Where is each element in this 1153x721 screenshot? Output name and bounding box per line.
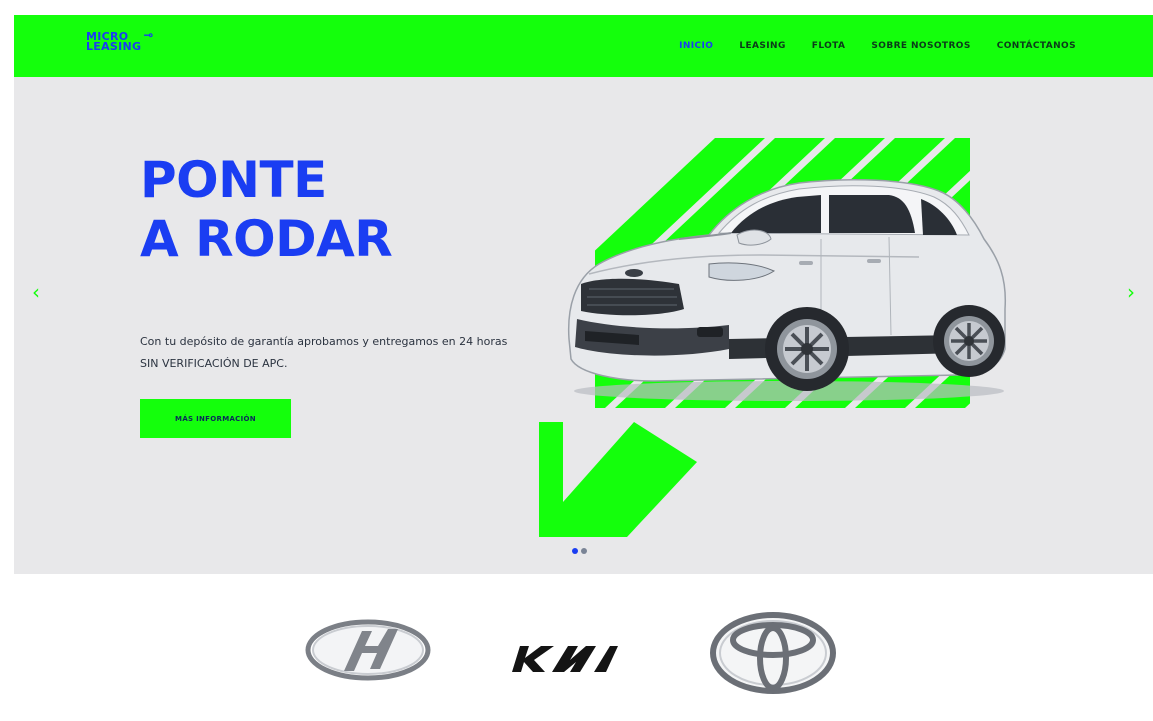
logo-wordmark: MICRO LEASING	[86, 31, 142, 54]
toyota-logo-icon	[710, 612, 836, 694]
nav-link-flota[interactable]: FLOTA	[812, 41, 846, 51]
carousel-prev-icon[interactable]: ‹	[32, 282, 40, 302]
main-nav: INICIO LEASING FLOTA SOBRE NOSOTROS CONT…	[679, 41, 1076, 51]
v-shape-graphic	[539, 422, 697, 537]
carousel-dot-2[interactable]	[581, 548, 587, 554]
more-info-button[interactable]: MÁS INFORMACIÓN	[140, 399, 291, 438]
hero-description: Con tu depósito de garantía aprobamos y …	[140, 335, 508, 370]
brands-strip: Hyundai Kia Toyota	[0, 574, 1153, 721]
nav-link-leasing[interactable]: LEASING	[739, 41, 785, 51]
logo-line-2: LEASING	[86, 40, 142, 54]
hero-headline: PONTE A RODAR	[140, 151, 393, 269]
brand-kia[interactable]: Kia	[510, 644, 620, 679]
micro-leasing-logo[interactable]: MICRO LEASING ⊸	[86, 28, 154, 54]
brand-toyota[interactable]: Toyota	[709, 612, 837, 699]
headline-line-1: PONTE	[140, 151, 327, 209]
carousel-next-icon[interactable]: ›	[1127, 282, 1135, 302]
hyundai-logo-icon	[305, 619, 431, 681]
hero-carousel: PONTE A RODAR Con tu depósito de garantí…	[14, 77, 1153, 574]
brand-hyundai[interactable]: Hyundai	[304, 617, 432, 688]
nav-link-sobre-nosotros[interactable]: SOBRE NOSOTROS	[871, 41, 970, 51]
key-icon: ⊸	[143, 28, 154, 42]
nav-link-contactanos[interactable]: CONTÁCTANOS	[997, 41, 1076, 51]
nav-link-inicio[interactable]: INICIO	[679, 41, 713, 51]
page: MICRO LEASING ⊸ INICIO LEASING FLOTA SOB…	[0, 0, 1153, 721]
car-image	[567, 178, 1007, 401]
site-header: MICRO LEASING ⊸ INICIO LEASING FLOTA SOB…	[14, 15, 1153, 77]
carousel-indicators	[572, 548, 587, 554]
carousel-dot-1[interactable]	[572, 548, 578, 554]
headline-line-2: A RODAR	[140, 210, 393, 268]
kia-logo-icon	[512, 646, 618, 672]
